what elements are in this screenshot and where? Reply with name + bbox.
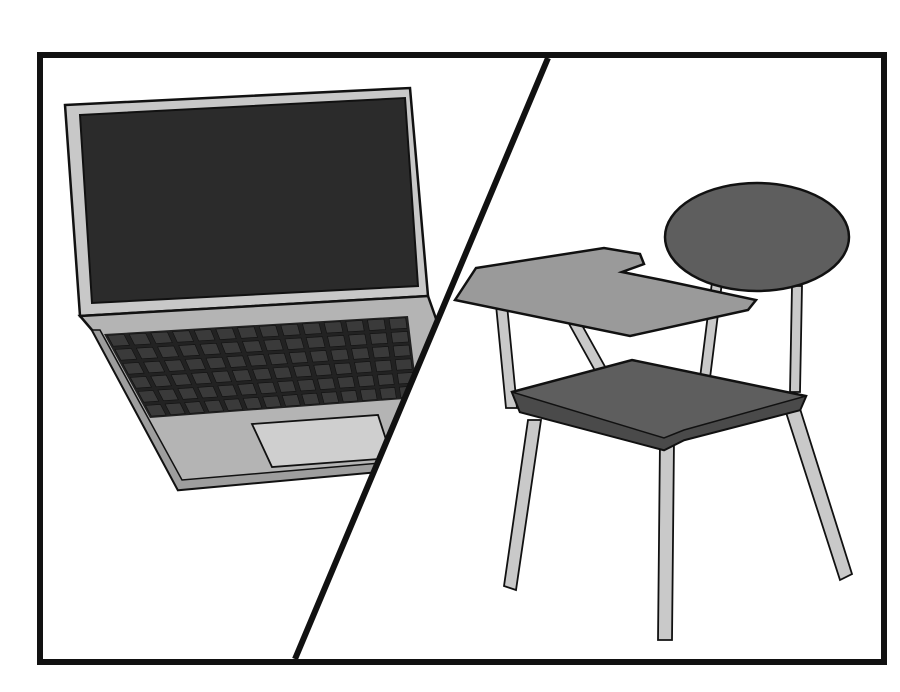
illustration-canvas (37, 52, 887, 665)
leg-front (657, 439, 675, 641)
keyboard-key (309, 350, 329, 363)
keyboard-key (277, 380, 297, 393)
keyboard-key (348, 333, 368, 346)
keyboard-key (320, 391, 340, 404)
keyboard-key (301, 392, 320, 406)
keyboard-key (327, 335, 347, 348)
keyboard-key (372, 346, 391, 359)
keyboard-key (272, 366, 293, 379)
trackpad (250, 414, 394, 468)
keyboard-key (297, 379, 317, 392)
keyboard-key (374, 359, 393, 372)
keyboard-key (281, 394, 301, 407)
keyboard-key (369, 332, 389, 345)
keyboard-key (377, 373, 395, 386)
keyboard-key (317, 377, 336, 390)
keyboard-key (388, 317, 408, 330)
keyboard-key (267, 352, 288, 366)
keyboard-key (284, 337, 305, 350)
keyboard-key (345, 320, 365, 333)
keyboard-key (333, 362, 353, 375)
keyboard-key (323, 321, 344, 334)
keyboard-key (359, 388, 378, 401)
keyboard-key (330, 348, 350, 361)
keyboard-key (337, 376, 356, 389)
keyboard-key (390, 331, 409, 344)
keyboard-key (313, 363, 333, 377)
keyboard-key (258, 325, 280, 338)
keyboard-key (237, 326, 258, 339)
keyboard-key (357, 374, 375, 388)
keyboard-key (351, 347, 370, 360)
keyboard-key (247, 354, 268, 367)
keyboard-key (305, 336, 326, 349)
chair-backrest (663, 181, 851, 293)
keyboard-key (302, 322, 322, 335)
keyboard-key (288, 351, 309, 364)
keyboard-key (394, 358, 413, 371)
keyboard-key (392, 344, 411, 357)
keyboard-key (280, 323, 301, 337)
keyboard-key (340, 390, 359, 403)
keyboard-key (354, 361, 373, 374)
keyboard-key (379, 387, 397, 400)
keyboard-key (242, 340, 263, 353)
keyboard-key (293, 365, 313, 378)
backrest-post-right (789, 285, 803, 393)
laptop-screen (78, 96, 420, 305)
keyboard-key (367, 318, 386, 331)
keyboard-key (263, 338, 284, 352)
